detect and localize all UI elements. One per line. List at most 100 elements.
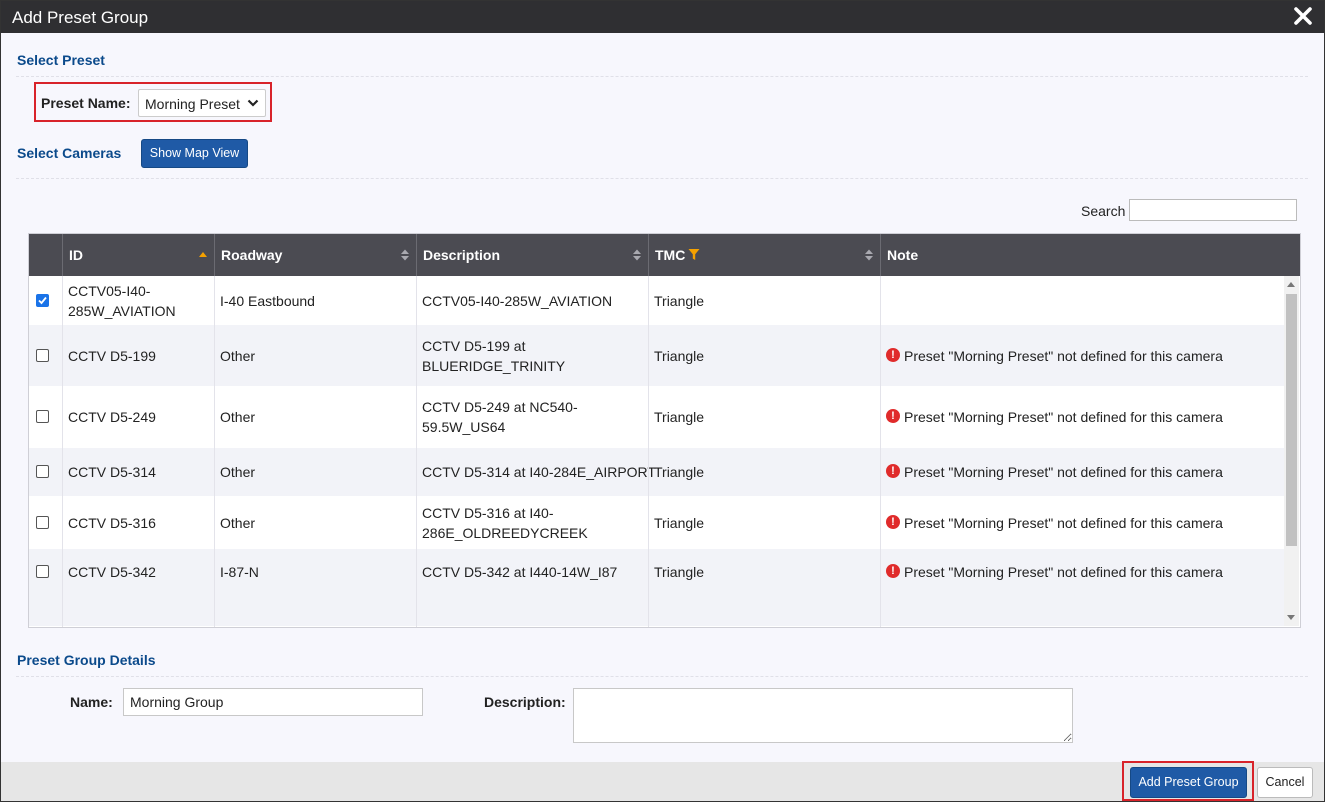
warning-icon: !: [886, 348, 900, 362]
cell-tmc: Triangle: [654, 564, 705, 580]
cell-tmc: Triangle: [654, 464, 705, 480]
cell-description-line: CCTV D5-249 at NC540-: [422, 399, 578, 415]
table-row[interactable]: CCTV D5-314 Other CCTV D5-314 at I40-284E_…: [29, 448, 1284, 496]
search-label: Search: [1081, 203, 1126, 219]
cell-description: CCTV D5-342 at I440-14W_I87: [422, 562, 646, 582]
warning-icon: !: [886, 464, 900, 478]
add-preset-group-button[interactable]: Add Preset Group: [1130, 767, 1247, 798]
warning-icon: !: [886, 409, 900, 423]
table-row[interactable]: CCTV D5-249 Other CCTV D5-249 at NC540- 59.…: [29, 386, 1284, 448]
cell-description: CCTV05-I40-285W_AVIATION: [422, 291, 646, 311]
column-divider: [416, 276, 417, 627]
row-checkbox[interactable]: [36, 410, 49, 423]
group-description-textarea[interactable]: [573, 688, 1073, 743]
table-scrollbar[interactable]: [1284, 276, 1299, 626]
dialog-title: Add Preset Group: [12, 8, 149, 27]
row-checkbox[interactable]: [36, 516, 49, 529]
group-name-input[interactable]: [123, 688, 423, 716]
sort-icon: [865, 249, 873, 261]
row-checkbox[interactable]: [36, 349, 49, 362]
divider: [16, 178, 1308, 179]
cell-note: Preset "Morning Preset" not defined for …: [904, 409, 1223, 425]
cell-id-line: CCTV D5-314: [68, 464, 156, 480]
column-divider: [880, 276, 881, 627]
search-input[interactable]: [1129, 199, 1297, 221]
cell-id-line: 285W_AVIATION: [68, 303, 176, 319]
header-id[interactable]: ID: [62, 234, 214, 276]
preset-name-label: Preset Name:: [41, 95, 131, 111]
scrollbar-thumb[interactable]: [1286, 294, 1297, 546]
preset-name-select[interactable]: Morning Preset: [138, 89, 266, 117]
table-header: ID Roadway Description TMC Note: [29, 234, 1300, 276]
header-select-column: [29, 234, 62, 276]
cell-roadway: I-40 Eastbound: [220, 293, 315, 309]
table-row: [29, 595, 1284, 626]
warning-icon: !: [886, 515, 900, 529]
cell-roadway: Other: [220, 464, 256, 480]
cell-id: CCTV D5-316: [68, 513, 208, 533]
cancel-button[interactable]: Cancel: [1257, 767, 1313, 798]
cameras-table: ID Roadway Description TMC Note CCTV05-I…: [28, 233, 1301, 628]
sort-icon: [633, 249, 641, 261]
close-icon[interactable]: [1292, 5, 1314, 27]
column-divider: [648, 276, 649, 627]
sort-asc-icon: [199, 252, 207, 257]
row-checkbox[interactable]: [36, 465, 49, 478]
cell-description-line: CCTV D5-199 at: [422, 338, 526, 354]
cell-id-line: CCTV D5-342: [68, 564, 156, 580]
divider: [16, 676, 1308, 677]
scroll-down-icon[interactable]: [1287, 615, 1295, 620]
cell-tmc: Triangle: [654, 293, 705, 309]
preset-name-highlight: Preset Name: Morning Preset: [34, 82, 272, 122]
cell-tmc: Triangle: [654, 409, 705, 425]
table-row[interactable]: CCTV05-I40- 285W_AVIATION I-40 Eastbound CC…: [29, 276, 1284, 325]
header-roadway[interactable]: Roadway: [214, 234, 416, 276]
header-tmc-label: TMC: [655, 247, 686, 263]
header-description-label: Description: [423, 247, 501, 263]
cell-note: Preset "Morning Preset" not defined for …: [904, 515, 1223, 531]
row-checkbox[interactable]: [36, 294, 49, 307]
cell-id: CCTV D5-199: [68, 346, 208, 366]
table-row[interactable]: CCTV D5-342 I-87-N CCTV D5-342 at I440-14W…: [29, 549, 1284, 595]
cell-description: CCTV D5-249 at NC540- 59.5W_US64: [422, 397, 646, 437]
chevron-down-icon: [247, 99, 259, 107]
table-row[interactable]: CCTV D5-199 Other CCTV D5-199 at BLUERIDGE_…: [29, 325, 1284, 386]
table-row[interactable]: CCTV D5-316 Other CCTV D5-316 at I40- 286E_…: [29, 496, 1284, 549]
filter-icon[interactable]: [688, 248, 700, 261]
warning-icon: !: [886, 564, 900, 578]
cell-description-line: 59.5W_US64: [422, 419, 506, 435]
cell-description-line: CCTV05-I40-285W_AVIATION: [422, 293, 613, 309]
cell-tmc: Triangle: [654, 348, 705, 364]
cell-note: Preset "Morning Preset" not defined for …: [904, 464, 1223, 480]
header-note: Note: [880, 234, 1300, 276]
cell-id: CCTV D5-342: [68, 562, 208, 582]
cell-description-line: CCTV D5-314 at I40-284E_AIRPORT: [422, 464, 656, 480]
cell-roadway: Other: [220, 348, 256, 364]
cell-id: CCTV D5-314: [68, 462, 208, 482]
cell-description: CCTV D5-199 at BLUERIDGE_TRINITY: [422, 336, 646, 376]
select-cameras-heading: Select Cameras: [17, 145, 122, 161]
header-tmc[interactable]: TMC: [648, 234, 880, 276]
sort-icon: [401, 249, 409, 261]
show-map-view-button[interactable]: Show Map View: [141, 139, 248, 168]
scroll-up-icon[interactable]: [1287, 282, 1295, 287]
cell-tmc: Triangle: [654, 515, 705, 531]
cell-id-line: CCTV D5-249: [68, 409, 156, 425]
cell-id: CCTV05-I40- 285W_AVIATION: [68, 281, 208, 321]
cell-roadway: Other: [220, 409, 256, 425]
preset-group-details-heading: Preset Group Details: [17, 652, 156, 668]
column-divider: [214, 276, 215, 627]
dialog-title-bar: Add Preset Group: [1, 1, 1324, 33]
header-id-label: ID: [69, 247, 83, 263]
header-description[interactable]: Description: [416, 234, 648, 276]
select-preset-heading: Select Preset: [17, 52, 105, 68]
cell-id: CCTV D5-249: [68, 407, 208, 427]
cell-description-line: CCTV D5-316 at I40-: [422, 505, 554, 521]
cell-description: CCTV D5-314 at I40-284E_AIRPORT: [422, 462, 656, 482]
cell-note: Preset "Morning Preset" not defined for …: [904, 564, 1223, 580]
cell-roadway: Other: [220, 515, 256, 531]
row-checkbox[interactable]: [36, 565, 49, 578]
header-note-label: Note: [887, 247, 919, 263]
cell-id-line: CCTV05-I40-: [68, 283, 151, 299]
group-description-label: Description:: [484, 694, 566, 710]
